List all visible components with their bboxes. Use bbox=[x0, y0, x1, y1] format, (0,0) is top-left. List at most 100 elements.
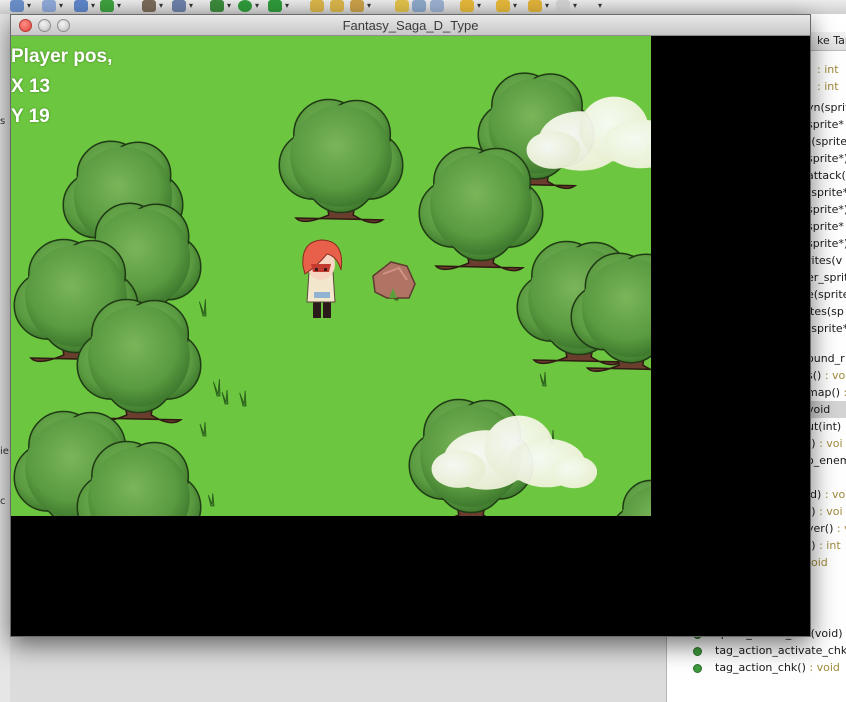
run-play-icon[interactable] bbox=[238, 0, 252, 12]
dropdown-arrow-icon[interactable]: ▾ bbox=[477, 2, 481, 10]
window-title: Fantasy_Saga_D_Type bbox=[342, 18, 479, 33]
outline-item-name: sprite* bbox=[807, 220, 844, 233]
tree bbox=[76, 298, 202, 424]
back-arrow-icon[interactable] bbox=[528, 0, 542, 12]
dropdown-arrow-icon[interactable]: ▾ bbox=[255, 2, 259, 10]
outline-item[interactable]: () : int bbox=[807, 537, 841, 554]
hud-player-pos-label: Player pos, bbox=[11, 46, 113, 67]
dropdown-arrow-icon[interactable]: ▾ bbox=[59, 2, 63, 10]
task-icon[interactable] bbox=[412, 0, 426, 12]
outline-item-type: oid bbox=[811, 556, 828, 569]
outline-item-type: : void bbox=[805, 661, 840, 674]
outline-item-name: t(sprite bbox=[807, 135, 846, 148]
outline-item[interactable]: () : voi bbox=[807, 503, 843, 520]
dropdown-arrow-icon[interactable]: ▾ bbox=[545, 2, 549, 10]
dropdown-arrow-icon[interactable]: ▾ bbox=[285, 2, 289, 10]
method-public-icon bbox=[693, 647, 702, 656]
outline-item[interactable]: tag_action_chk() : void bbox=[693, 659, 840, 676]
open-type-icon[interactable] bbox=[330, 0, 344, 12]
outline-item[interactable]: sprite*) bbox=[807, 150, 846, 167]
outline-item[interactable]: (sprite* bbox=[807, 184, 846, 201]
outline-item[interactable]: rites(v bbox=[807, 252, 842, 269]
outline-item-type: : bbox=[842, 627, 846, 640]
grass-tuft bbox=[213, 379, 221, 397]
outline-item-name: tag_action_activate_chk( bbox=[715, 644, 846, 657]
outline-item-type: : voi bbox=[815, 437, 843, 450]
outline-item-name: e(sprite bbox=[807, 288, 846, 301]
ide-toolbar: ▾ ▾ ▾ ▾ ▾ ▾ ▾ ▾ ▾ ▾ ▾ ▾ ▾ ▾ ▾ bbox=[0, 0, 846, 15]
outline-item-name: ound_r bbox=[807, 352, 845, 365]
dropdown-arrow-icon[interactable]: ▾ bbox=[598, 2, 602, 10]
new-file-icon[interactable] bbox=[42, 0, 56, 12]
outline-item-type: : voi bbox=[815, 505, 843, 518]
outline-item[interactable]: s() : voi bbox=[807, 367, 846, 384]
outline-item[interactable]: : int bbox=[817, 61, 839, 78]
outline-item[interactable]: sprite* bbox=[807, 116, 844, 133]
settings-gear-icon[interactable] bbox=[172, 0, 186, 12]
prev-annotation-icon[interactable] bbox=[496, 0, 510, 12]
dropdown-arrow-icon[interactable]: ▾ bbox=[91, 2, 95, 10]
dropdown-arrow-icon[interactable]: ▾ bbox=[159, 2, 163, 10]
outline-item[interactable]: ut(int) : bbox=[807, 418, 846, 435]
highlight-pen-icon[interactable] bbox=[395, 0, 409, 12]
outline-item[interactable]: t(sprite bbox=[807, 133, 846, 150]
outline-item[interactable]: o_enem bbox=[807, 452, 846, 469]
open-folder-icon[interactable] bbox=[310, 0, 324, 12]
grass-tuft bbox=[199, 299, 207, 317]
grass-tuft bbox=[207, 493, 215, 507]
outline-item-type: : bbox=[841, 420, 846, 433]
next-annotation-icon[interactable] bbox=[460, 0, 474, 12]
pen-icon[interactable] bbox=[350, 0, 364, 12]
outline-item[interactable]: map() : bbox=[807, 384, 846, 401]
grass-tuft bbox=[239, 390, 247, 407]
outline-item[interactable]: sprite*) bbox=[807, 201, 846, 218]
outline-item[interactable]: yer() : v bbox=[807, 520, 846, 537]
debug-bug-icon[interactable] bbox=[210, 0, 224, 12]
outline-item[interactable]: void bbox=[807, 401, 846, 418]
outline-item[interactable]: attack(s bbox=[807, 167, 846, 184]
outline-item-type: : voi bbox=[821, 488, 846, 501]
run-external-icon[interactable] bbox=[268, 0, 282, 12]
class-icon[interactable] bbox=[74, 0, 88, 12]
dropdown-arrow-icon[interactable]: ▾ bbox=[227, 2, 231, 10]
ide-left-panel-edge: s ie c bbox=[0, 14, 10, 702]
paragraph-icon[interactable] bbox=[430, 0, 444, 12]
outline-item[interactable]: sprite*) : bbox=[807, 235, 846, 252]
forward-arrow-icon[interactable] bbox=[556, 0, 570, 12]
outline-item-name: sprite*) bbox=[807, 152, 846, 165]
outline-item-name: ut(int) bbox=[807, 420, 842, 433]
window-titlebar[interactable]: Fantasy_Saga_D_Type bbox=[11, 15, 810, 36]
outline-item-type: : int bbox=[817, 80, 839, 93]
build-hammer-icon[interactable] bbox=[142, 0, 156, 12]
outline-item[interactable]: () : voi bbox=[807, 435, 843, 452]
dropdown-arrow-icon[interactable]: ▾ bbox=[573, 2, 577, 10]
outline-item-name: (sprite* bbox=[807, 186, 846, 199]
outline-item-name: rites(v bbox=[807, 254, 843, 267]
outline-item[interactable]: tag_action_activate_chk( bbox=[693, 642, 846, 659]
outline-item[interactable]: ites(sp bbox=[807, 303, 844, 320]
outline-item[interactable]: sprite* bbox=[807, 218, 844, 235]
outline-item[interactable]: ound_r bbox=[807, 350, 845, 367]
game-viewport[interactable]: Player pos, X 13 Y 19 bbox=[11, 36, 651, 516]
outline-item-name: sprite*) : bbox=[807, 237, 846, 250]
outline-item-type: : v bbox=[836, 522, 846, 535]
dropdown-arrow-icon[interactable]: ▾ bbox=[189, 2, 193, 10]
grass-tuft bbox=[199, 421, 207, 437]
outline-tab-label[interactable]: ke Targ bbox=[817, 34, 846, 47]
outline-item[interactable]: id) : voi bbox=[807, 486, 846, 503]
outline-item[interactable]: oid bbox=[811, 554, 828, 571]
refresh-icon[interactable] bbox=[100, 0, 114, 12]
dropdown-arrow-icon[interactable]: ▾ bbox=[27, 2, 31, 10]
left-strip-text: s bbox=[0, 116, 6, 127]
outline-item[interactable]: : int bbox=[817, 78, 839, 95]
outline-item[interactable]: yn(sprit bbox=[807, 99, 846, 116]
dropdown-arrow-icon[interactable]: ▾ bbox=[367, 2, 371, 10]
dropdown-arrow-icon[interactable]: ▾ bbox=[117, 2, 121, 10]
outline-item[interactable]: er_sprit bbox=[807, 269, 846, 286]
outline-item[interactable]: (sprite* bbox=[807, 320, 846, 337]
outline-item[interactable]: e(sprite bbox=[807, 286, 846, 303]
outline-item-name: (sprite* bbox=[807, 322, 846, 335]
tree bbox=[616, 479, 651, 516]
dropdown-arrow-icon[interactable]: ▾ bbox=[513, 2, 517, 10]
new-project-icon[interactable] bbox=[10, 0, 24, 12]
